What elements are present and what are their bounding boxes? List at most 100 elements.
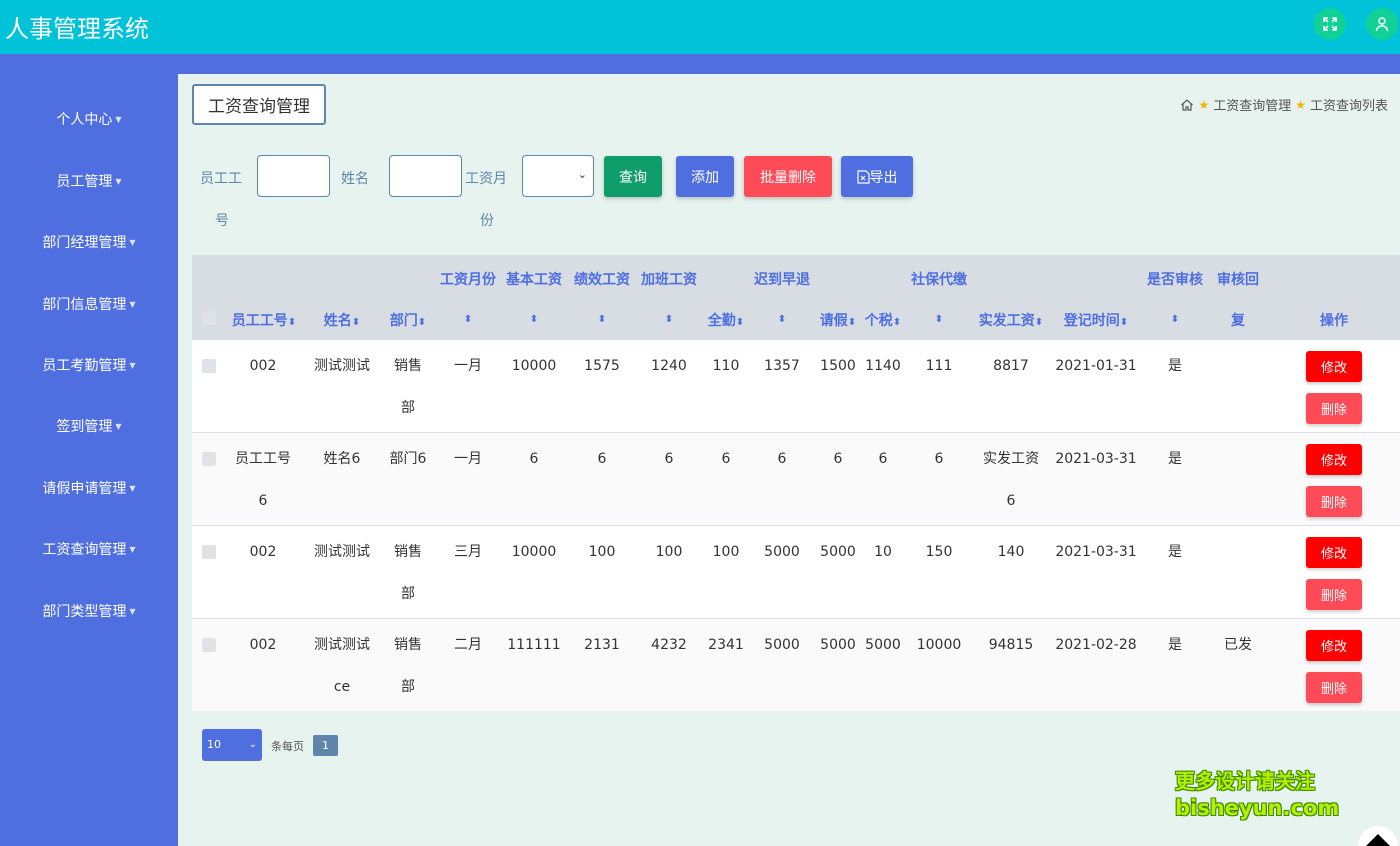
- cell-ot: 1240: [651, 358, 687, 374]
- cell-dept: 销售: [394, 358, 422, 374]
- delete-button[interactable]: 删除: [1306, 672, 1362, 703]
- cell-late: 5000: [764, 544, 800, 560]
- caret-down-icon: ▼: [115, 422, 122, 431]
- sort-icon[interactable]: ⬍: [437, 310, 499, 326]
- row-checkbox[interactable]: [202, 638, 216, 652]
- user-icon: [1375, 17, 1389, 32]
- header-net[interactable]: 实发工资⬍: [971, 310, 1051, 330]
- sidebar-item-dept-info[interactable]: 部门信息管理 ▼: [0, 294, 178, 314]
- cell-month: 一月: [454, 358, 482, 374]
- header-dept[interactable]: 部门⬍: [383, 310, 433, 330]
- edit-button[interactable]: 修改: [1306, 630, 1362, 661]
- cell-perf: 2131: [584, 637, 620, 653]
- page-number-current[interactable]: 1: [313, 735, 338, 756]
- cell-audited: 是: [1168, 358, 1182, 374]
- sort-icon[interactable]: ⬍: [750, 310, 814, 326]
- cell-emp-no: 员工工号: [235, 451, 291, 467]
- row-checkbox[interactable]: [202, 359, 216, 373]
- cell-perf: 1575: [584, 358, 620, 374]
- user-button[interactable]: [1366, 8, 1398, 40]
- chevron-down-icon: ⌄: [577, 168, 587, 181]
- edit-button[interactable]: 修改: [1306, 444, 1362, 475]
- row-checkbox[interactable]: [202, 545, 216, 559]
- sort-icon: ⬍: [735, 317, 745, 328]
- cell-late: 6: [777, 451, 787, 467]
- star-icon: ★: [1198, 97, 1210, 112]
- fullscreen-button[interactable]: [1314, 8, 1346, 40]
- export-button[interactable]: 导出: [841, 156, 913, 197]
- top-bar: 人事管理系统: [0, 0, 1400, 54]
- breadcrumb-item[interactable]: 工资查询管理: [1213, 95, 1291, 114]
- cell-base: 6: [529, 451, 539, 467]
- cell-leave: 5000: [820, 637, 856, 653]
- delete-button[interactable]: 删除: [1306, 579, 1362, 610]
- cell-late: 1357: [764, 358, 800, 374]
- name-input[interactable]: [389, 155, 462, 197]
- table-row: 002 测试测试 ce 销售 部 二月 111111 2131 4232 234…: [192, 618, 1400, 711]
- breadcrumb: ★ 工资查询管理 ★ 工资查询列表: [1180, 95, 1388, 114]
- header-tax[interactable]: 个税⬍: [860, 310, 906, 330]
- sort-icon: ⬍: [1034, 317, 1044, 328]
- sidebar-item-salary[interactable]: 工资查询管理 ▼: [0, 539, 178, 559]
- edit-button[interactable]: 修改: [1306, 537, 1362, 568]
- employee-no-input[interactable]: [257, 155, 330, 197]
- caret-down-icon: ▼: [129, 484, 136, 493]
- sidebar-item-checkin[interactable]: 签到管理 ▼: [0, 416, 178, 436]
- cell-late: 5000: [764, 637, 800, 653]
- page-size-select[interactable]: 10 ⌄: [202, 729, 262, 761]
- sort-icon: ⬍: [417, 317, 427, 328]
- batch-delete-button[interactable]: 批量删除: [744, 156, 832, 197]
- sidebar-item-profile[interactable]: 个人中心 ▼: [0, 109, 178, 129]
- query-button[interactable]: 查询: [604, 156, 662, 197]
- header-ot: 加班工资: [641, 272, 697, 288]
- header-leave[interactable]: 请假⬍: [814, 310, 862, 330]
- sidebar-item-leave[interactable]: 请假申请管理 ▼: [0, 478, 178, 498]
- cell-reg-time: 2021-01-31: [1055, 358, 1137, 374]
- header-reply: 审核回: [1217, 272, 1259, 288]
- table-row: 员工工号 6 姓名6 部门6 一月 6 6 6 6 6 6 6 6 实发工资 6…: [192, 432, 1400, 525]
- watermark: 更多设计请关注 bisheyun.com: [1175, 768, 1339, 822]
- employee-no-label: 员工工: [200, 171, 242, 187]
- header-month: 工资月份: [440, 272, 496, 288]
- sidebar-item-dept-types[interactable]: 部门类型管理 ▼: [0, 601, 178, 621]
- month-select[interactable]: ⌄: [522, 155, 594, 197]
- delete-button[interactable]: 删除: [1306, 486, 1362, 517]
- cell-ot: 6: [664, 451, 674, 467]
- sidebar-item-employees[interactable]: 员工管理 ▼: [0, 171, 178, 191]
- add-button[interactable]: 添加: [676, 156, 734, 197]
- delete-button[interactable]: 删除: [1306, 393, 1362, 424]
- watermark-line1: 更多设计请关注: [1175, 769, 1315, 793]
- breadcrumb-item: 工资查询列表: [1309, 99, 1388, 114]
- sidebar-item-dept-managers[interactable]: 部门经理管理 ▼: [0, 232, 178, 252]
- sort-icon[interactable]: ⬍: [906, 310, 972, 326]
- table-row: 002 测试测试 销售 部 一月 10000 1575 1240 110 135…: [192, 339, 1400, 432]
- cell-net: 140: [997, 544, 1025, 560]
- sort-icon[interactable]: ⬍: [571, 310, 633, 326]
- sort-icon[interactable]: ⬍: [1142, 310, 1208, 326]
- header-attend[interactable]: 全勤⬍: [702, 310, 750, 330]
- caret-down-icon: ▼: [115, 115, 122, 124]
- header-reg-time[interactable]: 登记时间⬍: [1054, 310, 1138, 330]
- cell-attend: 100: [712, 544, 740, 560]
- cell-ot: 100: [655, 544, 683, 560]
- row-checkbox[interactable]: [202, 452, 216, 466]
- caret-down-icon: ▼: [129, 300, 136, 309]
- header-name[interactable]: 姓名⬍: [317, 310, 367, 330]
- sort-icon: ⬍: [1119, 317, 1129, 328]
- sort-icon: ⬍: [351, 317, 361, 328]
- sort-icon[interactable]: ⬍: [638, 310, 700, 326]
- cell-month: 一月: [454, 451, 482, 467]
- caret-down-icon: ▼: [129, 545, 136, 554]
- header-emp-no[interactable]: 员工工号⬍: [228, 310, 300, 330]
- app-title: 人事管理系统: [5, 15, 149, 43]
- cell-ot: 4232: [651, 637, 687, 653]
- select-all-checkbox[interactable]: [202, 311, 216, 325]
- sort-icon[interactable]: ⬍: [503, 310, 565, 326]
- header-base: 基本工资: [506, 272, 562, 288]
- edit-button[interactable]: 修改: [1306, 351, 1362, 382]
- home-icon[interactable]: [1180, 98, 1194, 112]
- caret-down-icon: ▼: [129, 361, 136, 370]
- sort-icon: ⬍: [892, 317, 902, 328]
- caret-down-icon: ▼: [115, 177, 122, 186]
- sidebar-item-attendance[interactable]: 员工考勤管理 ▼: [0, 355, 178, 375]
